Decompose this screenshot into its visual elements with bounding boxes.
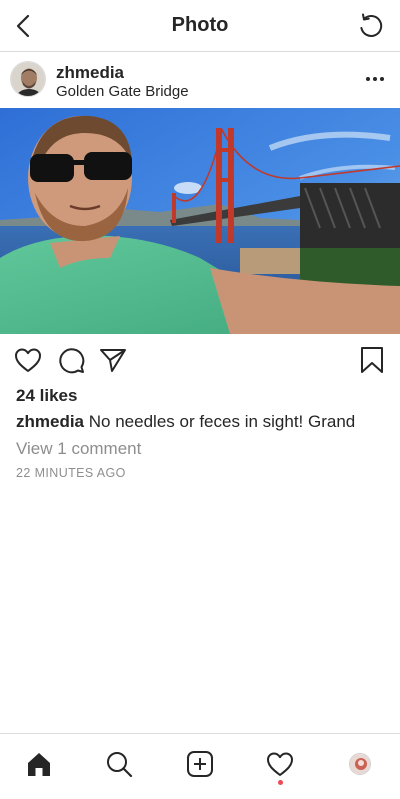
- caption-username[interactable]: zhmedia: [16, 412, 84, 431]
- like-button[interactable]: [13, 345, 43, 375]
- heart-icon: [15, 348, 41, 372]
- bookmark-icon: [361, 347, 383, 373]
- tab-activity[interactable]: [262, 746, 298, 782]
- more-dot-icon: [373, 77, 377, 81]
- avatar[interactable]: [10, 61, 46, 97]
- photo-image: [0, 108, 400, 334]
- more-dot-icon: [366, 77, 370, 81]
- tab-new-post[interactable]: [182, 746, 218, 782]
- home-icon: [28, 753, 50, 776]
- tab-search[interactable]: [101, 746, 137, 782]
- post-photo[interactable]: [0, 108, 400, 334]
- refresh-icon: [360, 13, 383, 37]
- page-title: Photo: [171, 14, 229, 36]
- tab-home[interactable]: [21, 746, 57, 782]
- post-location[interactable]: Golden Gate Bridge: [56, 83, 189, 100]
- send-icon: [100, 349, 126, 372]
- new-post-icon: [187, 751, 213, 777]
- comment-icon: [59, 348, 85, 374]
- caption-text: No needles or feces in sight! Grand: [88, 412, 356, 431]
- avatar-image: [11, 62, 45, 96]
- view-comments-link[interactable]: View 1 comment: [16, 439, 141, 459]
- more-options-button[interactable]: [362, 68, 388, 90]
- post-header: zhmedia Golden Gate Bridge: [0, 52, 400, 108]
- activity-notification-dot: [278, 780, 283, 785]
- post-timestamp: 22 MINUTES AGO: [16, 466, 126, 480]
- more-dot-icon: [380, 77, 384, 81]
- post-actions: [0, 343, 400, 377]
- search-icon: [107, 752, 133, 778]
- post-username[interactable]: zhmedia: [56, 63, 124, 83]
- share-button[interactable]: [98, 345, 128, 375]
- activity-icon: [267, 752, 293, 776]
- save-button[interactable]: [357, 345, 387, 375]
- post-caption: zhmedia No needles or feces in sight! Gr…: [16, 412, 355, 432]
- likes-count[interactable]: 24 likes: [16, 386, 77, 406]
- tab-profile[interactable]: [342, 746, 378, 782]
- bottom-tab-bar: [0, 733, 400, 799]
- profile-avatar: [349, 753, 371, 775]
- refresh-button[interactable]: [356, 11, 386, 41]
- top-nav-bar: Photo: [0, 0, 400, 52]
- comment-button[interactable]: [56, 345, 86, 375]
